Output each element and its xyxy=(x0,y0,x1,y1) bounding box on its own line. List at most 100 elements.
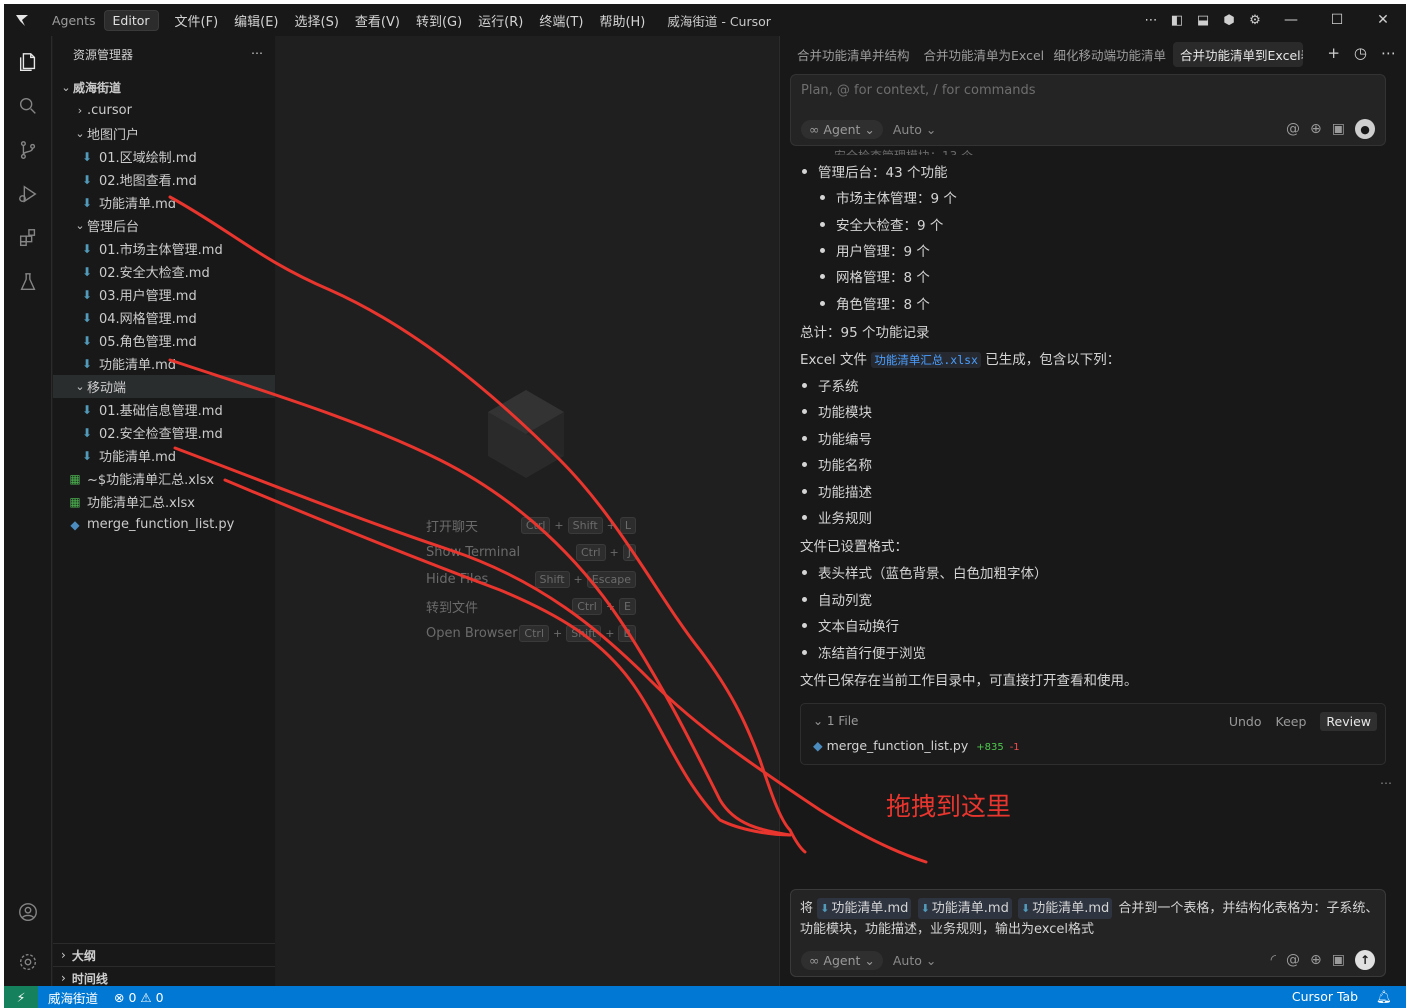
changed-file-row[interactable]: ◆ merge_function_list.py +835 -1 xyxy=(813,738,1020,753)
globe-icon[interactable]: ⊕ xyxy=(1310,952,1322,968)
search-icon[interactable] xyxy=(4,86,52,126)
file-mention-chip[interactable]: ⬇ 功能清单.md xyxy=(817,898,912,919)
chat-line: 用户管理：9 个 xyxy=(820,240,930,260)
more-icon[interactable]: ⋯ xyxy=(1381,44,1396,62)
toggle-panel-icon[interactable]: ⬓ xyxy=(1190,13,1216,28)
problems-indicator[interactable]: ⊗ 0 ⚠ 0 xyxy=(114,990,164,1005)
tree-file[interactable]: ⬇ 02.地图查看.md xyxy=(53,168,275,191)
menu-go[interactable]: 转到(G) xyxy=(408,11,470,30)
chat-tab-active[interactable]: 合并功能清单到Excel表 xyxy=(1173,41,1304,67)
explorer-icon[interactable] xyxy=(4,42,52,82)
key: Ctrl xyxy=(519,625,549,642)
tree-file[interactable]: ▦ 功能清单汇总.xlsx xyxy=(53,490,275,513)
toggle-sidebar-icon[interactable]: ◧ xyxy=(1164,13,1190,28)
tree-file[interactable]: ⬇ 02.安全大检查.md xyxy=(53,260,275,283)
history-clock-icon[interactable]: ◷ xyxy=(1354,44,1367,62)
remote-icon[interactable]: ⚡ xyxy=(4,986,38,1008)
explorer-header: 资源管理器 ⋯ xyxy=(53,36,275,72)
top-chat-input[interactable]: Plan, @ for context, / for commands ∞ Ag… xyxy=(790,74,1386,146)
run-debug-icon[interactable] xyxy=(4,174,52,214)
menu-run[interactable]: 运行(R) xyxy=(470,11,531,30)
editor-toggle-button[interactable]: Editor xyxy=(103,9,159,31)
tree-folder-cursor[interactable]: › .cursor xyxy=(53,99,275,122)
key: Ctrl xyxy=(520,517,551,534)
globe-icon[interactable]: ⊕ xyxy=(1310,121,1322,137)
shortcut-row: Show Terminal Ctrl + J xyxy=(426,539,636,566)
more-icon[interactable]: ⋯ xyxy=(1138,13,1164,28)
tree-file[interactable]: ⬇ 功能清单.md xyxy=(53,444,275,467)
review-button[interactable]: Review xyxy=(1320,712,1377,731)
menu-help[interactable]: 帮助(H) xyxy=(591,11,653,30)
menu-selection[interactable]: 选择(S) xyxy=(287,11,347,30)
tree-file[interactable]: ⬇ 01.市场主体管理.md xyxy=(53,237,275,260)
prompt-input[interactable]: 将 ⬇ 功能清单.md ⬇ 功能清单.md ⬇ 功能清单.md 合并到一个表格，并结构… xyxy=(790,889,1386,977)
tree-file[interactable]: ⬇ 01.基础信息管理.md xyxy=(53,398,275,421)
cube-icon[interactable]: ⬢ xyxy=(1216,13,1242,28)
chat-text: 已生成，包含以下列： xyxy=(985,352,1121,368)
image-icon[interactable]: ▣ xyxy=(1332,121,1345,137)
tree-root-folder[interactable]: ⌄ 威海街道 xyxy=(53,76,275,99)
tree-file[interactable]: ⬇ 功能清单.md xyxy=(53,191,275,214)
chat-text: Excel 文件 xyxy=(800,352,868,368)
keep-button[interactable]: Keep xyxy=(1276,714,1307,729)
tree-file[interactable]: ⬇ 05.角色管理.md xyxy=(53,329,275,352)
minimize-icon[interactable]: — xyxy=(1268,12,1314,28)
send-arrow-icon[interactable]: ↑ xyxy=(1355,950,1375,970)
tree-folder-map-portal[interactable]: ⌄ 地图门户 xyxy=(53,122,275,145)
maximize-icon[interactable]: ☐ xyxy=(1314,12,1360,28)
model-auto-dropdown[interactable]: Auto ⌄ xyxy=(893,953,936,968)
message-more-icon[interactable]: ⋯ xyxy=(1380,776,1392,790)
undo-button[interactable]: Undo xyxy=(1229,714,1262,729)
agent-mode-dropdown[interactable]: ∞ Agent ⌄ xyxy=(801,951,883,970)
tree-file[interactable]: ⬇ 01.区域绘制.md xyxy=(53,145,275,168)
chat-tab[interactable]: 细化移动端功能清单 xyxy=(1047,42,1174,67)
tree-file[interactable]: ⬇ 03.用户管理.md xyxy=(53,283,275,306)
tree-file[interactable]: ◆ merge_function_list.py xyxy=(53,513,275,536)
explorer-sidebar: 资源管理器 ⋯ ⌄ 威海街道 › .cursor ⌄ 地图门户 ⬇ 01.区域绘… xyxy=(53,36,275,986)
chat-tab[interactable]: 合并功能清单为Excel xyxy=(917,42,1047,67)
menu-file[interactable]: 文件(F) xyxy=(167,11,227,30)
mention-at-icon[interactable]: @ xyxy=(1286,121,1300,137)
agent-mode-label: Agent xyxy=(823,953,861,968)
tree-file[interactable]: ▦ ~$功能清单汇总.xlsx xyxy=(53,467,275,490)
excel-file-link[interactable]: 功能清单汇总.xlsx xyxy=(871,352,981,368)
cursor-tab-status[interactable]: Cursor Tab xyxy=(1292,989,1358,1005)
testing-flask-icon[interactable] xyxy=(4,262,52,302)
account-icon[interactable] xyxy=(4,892,52,932)
file-count[interactable]: ⌄ 1 File xyxy=(813,714,858,728)
source-control-icon[interactable] xyxy=(4,130,52,170)
file-mention-chip[interactable]: ⬇ 功能清单.md xyxy=(1018,898,1113,919)
new-chat-plus-icon[interactable]: + xyxy=(1327,44,1340,62)
shortcut-label: Open Browser xyxy=(426,626,518,641)
gear-icon[interactable]: ⚙ xyxy=(1242,13,1268,28)
tree-file[interactable]: ⬇ 04.网格管理.md xyxy=(53,306,275,329)
editor-area: 打开聊天 Ctrl + Shift + L Show Terminal Ctrl + J H… xyxy=(276,36,778,986)
manage-gear-icon[interactable] xyxy=(4,942,52,982)
menu-view[interactable]: 查看(V) xyxy=(347,11,408,30)
tree-folder-mobile[interactable]: ⌄ 移动端 xyxy=(53,375,275,398)
mention-at-icon[interactable]: @ xyxy=(1286,952,1300,968)
outline-section[interactable]: › 大纲 xyxy=(53,943,275,966)
close-icon[interactable]: ✕ xyxy=(1360,12,1406,28)
explorer-more-icon[interactable]: ⋯ xyxy=(251,46,263,60)
agent-mode-dropdown[interactable]: ∞ Agent ⌄ xyxy=(801,120,883,139)
workspace-name[interactable]: 威海街道 xyxy=(48,988,98,1007)
markdown-file-icon: ⬇ xyxy=(81,310,93,325)
microphone-icon[interactable]: ● xyxy=(1355,119,1375,139)
markdown-file-icon: ⬇ xyxy=(81,149,93,164)
tree-file[interactable]: ⬇ 功能清单.md xyxy=(53,352,275,375)
menu-edit[interactable]: 编辑(E) xyxy=(226,11,286,30)
extensions-icon[interactable] xyxy=(4,218,52,258)
prompt-body: 功能模块，功能描述，业务规则，输出为excel格式 xyxy=(800,922,1094,937)
model-auto-dropdown[interactable]: Auto ⌄ xyxy=(893,122,936,137)
tree-file[interactable]: ⬇ 02.安全检查管理.md xyxy=(53,421,275,444)
chat-tab[interactable]: 合并功能清单并结构 xyxy=(790,42,917,67)
menu-terminal[interactable]: 终端(T) xyxy=(531,11,591,30)
agents-toggle-button[interactable]: Agents xyxy=(44,11,104,30)
image-icon[interactable]: ▣ xyxy=(1332,952,1345,968)
tree-folder-admin[interactable]: ⌄ 管理后台 xyxy=(53,214,275,237)
file-mention-chip[interactable]: ⬇ 功能清单.md xyxy=(917,898,1012,919)
mention-label: 功能清单.md xyxy=(931,901,1009,916)
bell-icon[interactable]: 🔔︎ xyxy=(1376,989,1392,1005)
shortcut-row: 转到文件 Ctrl + E xyxy=(426,593,636,620)
